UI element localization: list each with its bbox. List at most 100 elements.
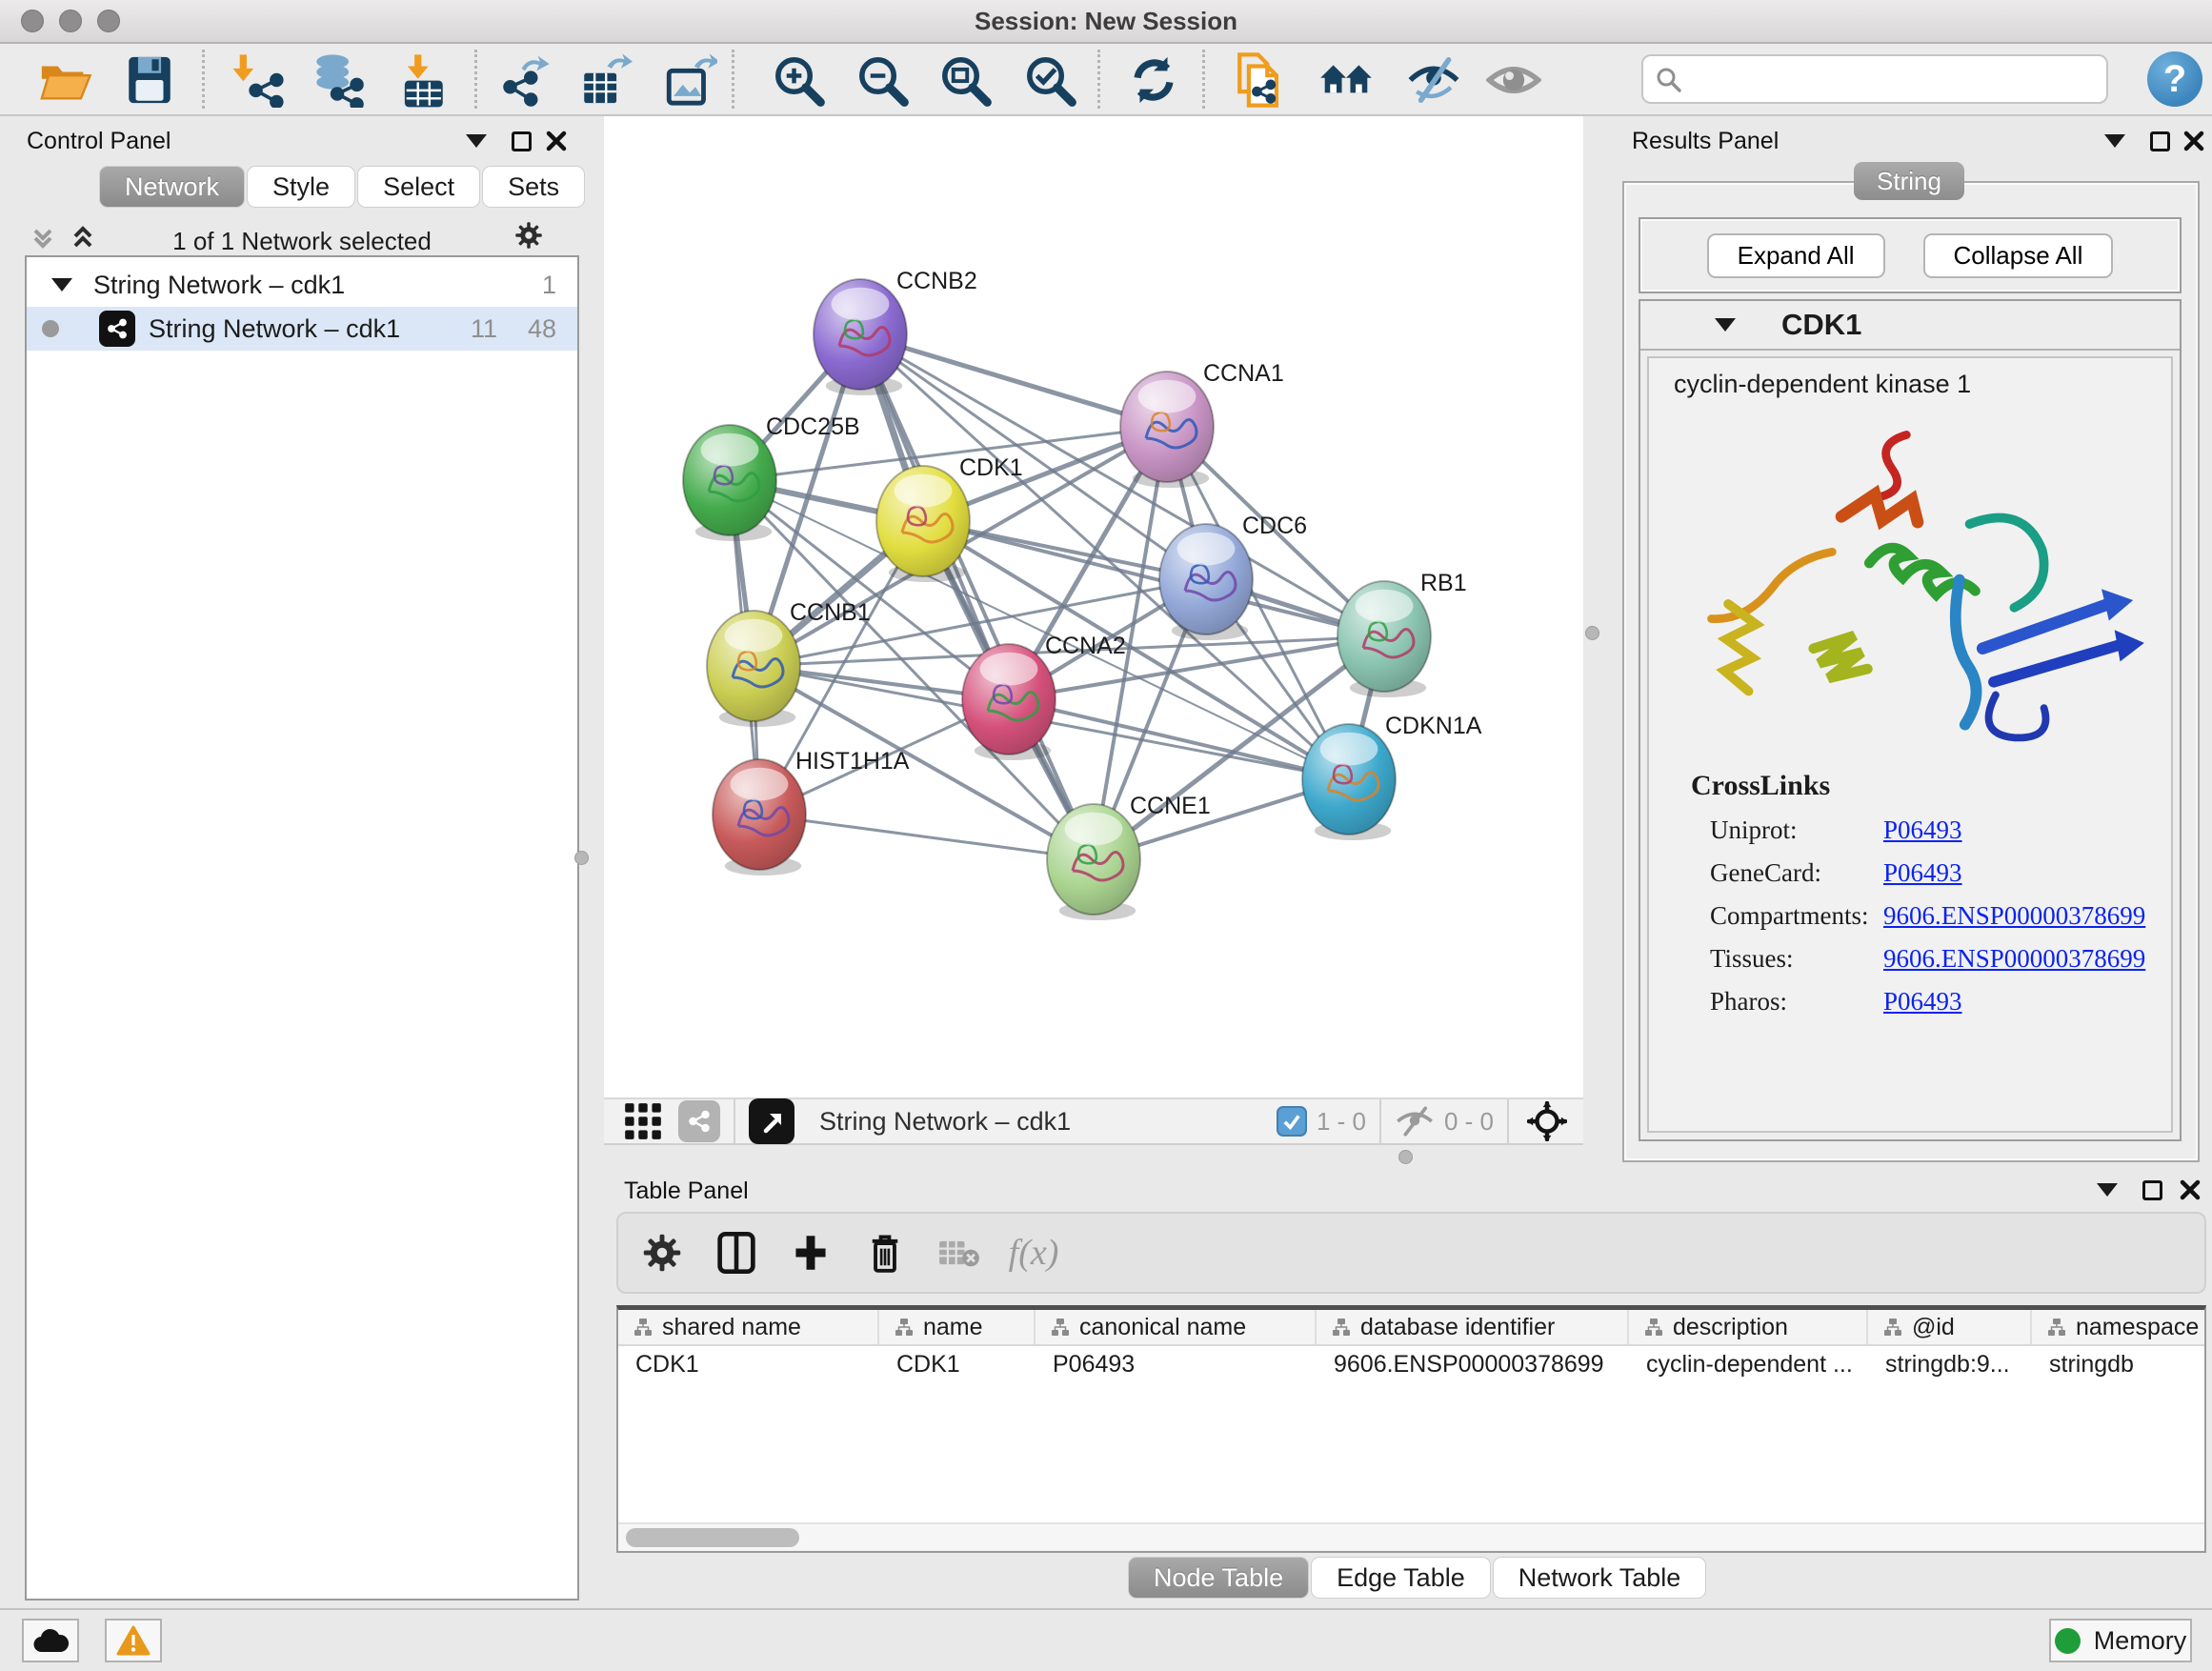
zoom-in-button[interactable] — [769, 50, 828, 110]
results-panel-float-button[interactable] — [2145, 127, 2174, 155]
show-details-button[interactable] — [1484, 50, 1543, 110]
column-header-namespace[interactable]: namespace — [2032, 1310, 2206, 1344]
table-cell[interactable]: stringdb:9... — [1868, 1346, 2032, 1382]
network-options-button[interactable] — [514, 221, 543, 250]
table-cell[interactable]: CDK1 — [879, 1346, 1036, 1382]
network-view[interactable]: CCNB2CCNA1CDC25BCDK1CDC6RB1CCNB1CCNA2CDK… — [604, 116, 1583, 1097]
network-node-CDKN1A[interactable]: CDKN1A — [1302, 713, 1482, 840]
import-network-file-button[interactable] — [229, 50, 288, 110]
search-input[interactable] — [1681, 66, 2081, 93]
export-image-button[interactable] — [660, 50, 719, 110]
export-network-button[interactable] — [494, 50, 553, 110]
table-panel-menu-button[interactable] — [2093, 1176, 2122, 1204]
genecard-link[interactable]: P06493 — [1883, 858, 1962, 887]
fit-content-button[interactable] — [1522, 1099, 1572, 1143]
pharos-link[interactable]: P06493 — [1883, 987, 1962, 1016]
view-type-button[interactable] — [678, 1100, 720, 1142]
network-node-CDK1[interactable]: CDK1 — [876, 454, 1023, 582]
delete-column-button[interactable] — [864, 1232, 906, 1274]
tab-sets[interactable]: Sets — [482, 166, 585, 208]
results-panel-close-button[interactable] — [2180, 127, 2208, 155]
results-panel-menu-button[interactable] — [2101, 127, 2129, 155]
tab-edge-table[interactable]: Edge Table — [1311, 1557, 1491, 1599]
table-options-button[interactable] — [641, 1232, 683, 1274]
tissues-link[interactable]: 9606.ENSP00000378699 — [1883, 944, 2145, 973]
crosslink-row: GeneCard: P06493 — [1691, 858, 2145, 888]
control-panel-menu-button[interactable] — [462, 127, 491, 155]
show-columns-button[interactable] — [715, 1232, 757, 1274]
left-splitter-handle[interactable] — [574, 851, 589, 865]
network-edge-CCNB2-CCNE1[interactable] — [860, 334, 1094, 859]
string-import-button[interactable] — [1231, 50, 1290, 110]
memory-button[interactable]: Memory — [2049, 1619, 2192, 1662]
compartments-link[interactable]: 9606.ENSP00000378699 — [1883, 901, 2145, 930]
column-header-canonical-name[interactable]: canonical name — [1036, 1310, 1317, 1344]
zoom-selected-button[interactable] — [1020, 50, 1079, 110]
import-network-database-button[interactable] — [308, 50, 367, 110]
warnings-button[interactable] — [105, 1619, 162, 1662]
selected-nodes-checkbox[interactable] — [1277, 1106, 1307, 1137]
network-node-HIST1H1A[interactable]: HIST1H1A — [713, 748, 910, 876]
create-column-button[interactable] — [790, 1232, 832, 1274]
table-cell[interactable]: cyclin-dependent ... — [1629, 1346, 1868, 1382]
zoom-fit-button[interactable] — [935, 50, 995, 110]
show-grid-button[interactable] — [621, 1099, 665, 1143]
tab-select[interactable]: Select — [357, 166, 480, 208]
horizontal-scrollbar[interactable] — [618, 1522, 2204, 1551]
column-header-database-identifier[interactable]: database identifier — [1317, 1310, 1629, 1344]
refresh-view-button[interactable] — [1124, 50, 1183, 110]
column-header-description[interactable]: description — [1629, 1310, 1868, 1344]
network-collection-row[interactable]: String Network – cdk1 1 — [27, 263, 577, 307]
network-row[interactable]: String Network – cdk1 11 48 — [27, 307, 577, 351]
network-node-CCNB1[interactable]: CCNB1 — [707, 599, 871, 727]
right-splitter-handle[interactable] — [1585, 626, 1599, 640]
tab-network-table[interactable]: Network Table — [1493, 1557, 1707, 1599]
table-panel-close-button[interactable] — [2176, 1176, 2204, 1204]
scrollbar-thumb[interactable] — [626, 1528, 799, 1547]
network-node-RB1[interactable]: RB1 — [1337, 570, 1467, 697]
hide-details-button[interactable] — [1404, 50, 1463, 110]
table-row[interactable]: CDK1CDK1P064939606.ENSP00000378699cyclin… — [618, 1346, 2204, 1382]
network-node-CCNB2[interactable]: CCNB2 — [814, 268, 977, 395]
expand-all-button[interactable]: Expand All — [1707, 233, 1885, 278]
function-builder-button[interactable]: f(x) — [1013, 1232, 1055, 1274]
table-cell[interactable]: stringdb — [2032, 1346, 2206, 1382]
table-cell[interactable]: CDK1 — [618, 1346, 879, 1382]
cloud-status-button[interactable] — [22, 1619, 79, 1662]
import-table-icon — [397, 52, 452, 108]
crosslink-row: Compartments: 9606.ENSP00000378699 — [1691, 901, 2145, 931]
network-canvas[interactable]: CCNB2CCNA1CDC25BCDK1CDC6RB1CCNB1CCNA2CDK… — [604, 116, 1583, 1097]
help-button[interactable]: ? — [2147, 51, 2202, 107]
column-header-name[interactable]: name — [879, 1310, 1036, 1344]
network-edge-CCNA2-CDKN1A[interactable] — [1009, 699, 1349, 779]
tab-style[interactable]: Style — [247, 166, 355, 208]
bottom-splitter-handle[interactable] — [1398, 1150, 1413, 1164]
column-header-shared-name[interactable]: shared name — [618, 1310, 879, 1344]
control-panel-float-button[interactable] — [507, 127, 535, 155]
attribute-icon — [1644, 1318, 1663, 1337]
collapse-all-button[interactable]: Collapse All — [1923, 233, 2114, 278]
gene-section-header[interactable]: CDK1 — [1640, 301, 2180, 351]
uniprot-link[interactable]: P06493 — [1883, 815, 1962, 844]
network-node-CCNA1[interactable]: CCNA1 — [1120, 360, 1284, 488]
birds-eye-view-button[interactable] — [749, 1098, 794, 1144]
network-node-CDC6[interactable]: CDC6 — [1159, 513, 1307, 640]
control-panel-close-button[interactable] — [542, 127, 571, 155]
save-session-button[interactable] — [120, 50, 179, 110]
tab-network[interactable]: Network — [99, 166, 245, 208]
tab-node-table[interactable]: Node Table — [1128, 1557, 1309, 1599]
table-panel-float-button[interactable] — [2138, 1176, 2166, 1204]
table-cell[interactable]: P06493 — [1036, 1346, 1317, 1382]
open-session-button[interactable] — [35, 50, 94, 110]
import-table-file-button[interactable] — [395, 50, 454, 110]
column-header--id[interactable]: @id — [1868, 1310, 2032, 1344]
table-cell[interactable]: 9606.ENSP00000378699 — [1317, 1346, 1629, 1382]
export-table-button[interactable] — [575, 50, 634, 110]
home-button[interactable] — [1317, 50, 1376, 110]
zoom-out-button[interactable] — [853, 50, 912, 110]
network-edge-HIST1H1A-CCNE1[interactable] — [759, 815, 1094, 859]
delete-table-button[interactable] — [938, 1232, 980, 1274]
tab-string[interactable]: String — [1854, 162, 1964, 200]
network-node-CCNE1[interactable]: CCNE1 — [1047, 793, 1211, 920]
eye-slash-icon — [1406, 52, 1461, 108]
